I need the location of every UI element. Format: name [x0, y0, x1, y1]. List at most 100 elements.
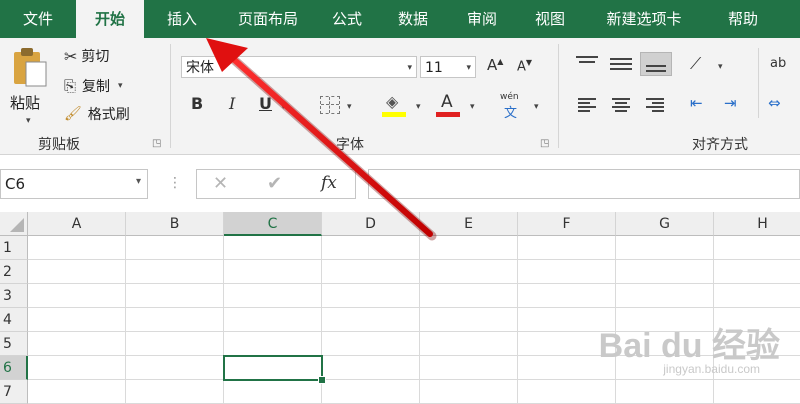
- cell-g7[interactable]: [616, 380, 714, 404]
- increase-indent-icon[interactable]: ⇥: [724, 94, 737, 112]
- cell-b6[interactable]: [126, 356, 224, 380]
- italic-button[interactable]: I: [229, 94, 235, 113]
- tab-data[interactable]: 数据: [378, 0, 448, 38]
- cell-e4[interactable]: [420, 308, 518, 332]
- row-header-2[interactable]: 2: [0, 260, 28, 284]
- cell-b4[interactable]: [126, 308, 224, 332]
- font-name-select[interactable]: 宋体 ▾: [181, 56, 417, 78]
- cell-a3[interactable]: [28, 284, 126, 308]
- cell-d1[interactable]: [322, 236, 420, 260]
- cell-b1[interactable]: [126, 236, 224, 260]
- cell-f3[interactable]: [518, 284, 616, 308]
- insert-function-button[interactable]: fx: [321, 173, 337, 193]
- cell-d2[interactable]: [322, 260, 420, 284]
- column-header-g[interactable]: G: [616, 212, 714, 236]
- tab-home[interactable]: 开始: [76, 0, 144, 38]
- fill-color-icon[interactable]: ◈: [382, 92, 406, 118]
- name-box[interactable]: C6 ▾: [0, 169, 148, 199]
- row-header-6[interactable]: 6: [0, 356, 28, 380]
- align-bottom-icon[interactable]: [640, 52, 672, 76]
- phonetic-guide-icon[interactable]: wén 文: [500, 92, 526, 121]
- formula-bar-grip-icon[interactable]: ⋮: [168, 175, 182, 191]
- tab-file[interactable]: 文件: [0, 0, 76, 38]
- cell-a1[interactable]: [28, 236, 126, 260]
- increase-font-size-icon[interactable]: A▲: [487, 56, 503, 74]
- decrease-indent-icon[interactable]: ⇤: [690, 94, 703, 112]
- row-header-1[interactable]: 1: [0, 236, 28, 260]
- formula-input[interactable]: [368, 169, 800, 199]
- align-right-icon[interactable]: [646, 98, 664, 112]
- cell-h2[interactable]: [714, 260, 800, 284]
- bold-button[interactable]: B: [191, 94, 203, 113]
- font-color-icon[interactable]: A: [436, 92, 460, 118]
- tab-insert[interactable]: 插入: [144, 0, 220, 38]
- row-header-5[interactable]: 5: [0, 332, 28, 356]
- cell-g1[interactable]: [616, 236, 714, 260]
- enter-icon[interactable]: ✔: [267, 173, 282, 194]
- column-header-b[interactable]: B: [126, 212, 224, 236]
- column-header-d[interactable]: D: [322, 212, 420, 236]
- font-size-select[interactable]: 11 ▾: [420, 56, 476, 78]
- cell-d4[interactable]: [322, 308, 420, 332]
- cell-h7[interactable]: [714, 380, 800, 404]
- active-cell-outline[interactable]: [223, 355, 323, 381]
- cell-c7[interactable]: [224, 380, 322, 404]
- cut-button[interactable]: ✂ 剪切: [64, 46, 109, 66]
- cell-a5[interactable]: [28, 332, 126, 356]
- cell-e2[interactable]: [420, 260, 518, 284]
- cell-h3[interactable]: [714, 284, 800, 308]
- align-left-icon[interactable]: [578, 98, 596, 112]
- cell-d3[interactable]: [322, 284, 420, 308]
- cancel-icon[interactable]: ✕: [213, 173, 228, 194]
- copy-button[interactable]: ⎘ 复制 ▾: [64, 76, 123, 96]
- column-header-h[interactable]: H: [714, 212, 800, 236]
- cell-b2[interactable]: [126, 260, 224, 284]
- cell-b5[interactable]: [126, 332, 224, 356]
- row-header-7[interactable]: 7: [0, 380, 28, 404]
- merge-center-icon[interactable]: ⇔: [768, 94, 781, 112]
- cell-g3[interactable]: [616, 284, 714, 308]
- column-header-f[interactable]: F: [518, 212, 616, 236]
- cell-f7[interactable]: [518, 380, 616, 404]
- cell-d5[interactable]: [322, 332, 420, 356]
- cell-g2[interactable]: [616, 260, 714, 284]
- cell-a2[interactable]: [28, 260, 126, 284]
- cell-e7[interactable]: [420, 380, 518, 404]
- cell-e3[interactable]: [420, 284, 518, 308]
- cell-h1[interactable]: [714, 236, 800, 260]
- cell-f2[interactable]: [518, 260, 616, 284]
- cell-c2[interactable]: [224, 260, 322, 284]
- dialog-launcher-icon[interactable]: ◳: [540, 138, 549, 149]
- cell-d7[interactable]: [322, 380, 420, 404]
- cell-f1[interactable]: [518, 236, 616, 260]
- cell-c1[interactable]: [224, 236, 322, 260]
- column-header-e[interactable]: E: [420, 212, 518, 236]
- cell-b3[interactable]: [126, 284, 224, 308]
- cell-c4[interactable]: [224, 308, 322, 332]
- tab-view[interactable]: 视图: [516, 0, 584, 38]
- align-middle-icon[interactable]: [610, 58, 632, 72]
- cell-b7[interactable]: [126, 380, 224, 404]
- select-all-button[interactable]: [0, 212, 28, 236]
- row-header-4[interactable]: 4: [0, 308, 28, 332]
- dialog-launcher-icon[interactable]: ◳: [152, 138, 161, 149]
- cell-a7[interactable]: [28, 380, 126, 404]
- align-top-icon[interactable]: [576, 56, 598, 70]
- column-header-c[interactable]: C: [224, 212, 322, 236]
- tab-help[interactable]: 帮助: [704, 0, 782, 38]
- cell-e5[interactable]: [420, 332, 518, 356]
- cell-e1[interactable]: [420, 236, 518, 260]
- fill-handle[interactable]: [318, 376, 326, 384]
- borders-icon[interactable]: [320, 96, 340, 114]
- cell-a6[interactable]: [28, 356, 126, 380]
- cell-c3[interactable]: [224, 284, 322, 308]
- column-header-a[interactable]: A: [28, 212, 126, 236]
- paste-button[interactable]: 粘贴 ▾: [6, 44, 54, 126]
- cell-e6[interactable]: [420, 356, 518, 380]
- align-center-icon[interactable]: [612, 98, 630, 112]
- tab-new-tab[interactable]: 新建选项卡: [584, 0, 704, 38]
- cell-c5[interactable]: [224, 332, 322, 356]
- decrease-font-size-icon[interactable]: A▼: [517, 58, 532, 74]
- tab-review[interactable]: 审阅: [448, 0, 516, 38]
- format-painter-button[interactable]: 🖌 格式刷: [64, 104, 130, 124]
